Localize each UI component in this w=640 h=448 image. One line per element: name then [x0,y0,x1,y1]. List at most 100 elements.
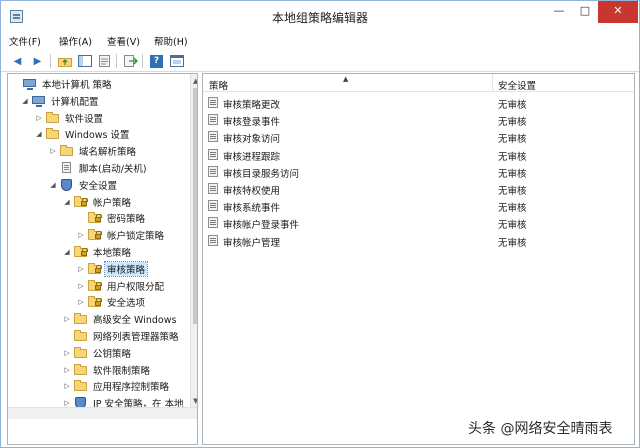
show-hide-tree-button[interactable] [76,53,93,69]
policy-name: 审核进程跟踪 [223,151,281,163]
expand-icon[interactable]: ▷ [76,265,86,273]
tree-item[interactable]: ▷ 用户权限分配 [76,278,166,294]
tree-item[interactable]: ▷ 软件限制策略 [62,362,152,378]
policy-row[interactable]: 审核特权使用 无审核 [203,180,634,197]
policy-name: 审核特权使用 [223,186,281,197]
console-tree-icon [77,55,92,67]
policy-row[interactable]: 审核登录事件 无审核 [203,111,634,128]
properties-button[interactable] [96,53,113,69]
tree-item[interactable]: ◢ Windows 设置 [34,126,131,142]
scroll-thumb[interactable] [193,88,197,324]
tree-item[interactable]: ◢ 帐户策略 [62,194,133,210]
tree-item[interactable]: 网络列表管理器策略 [62,328,181,344]
folder-icon [74,346,88,359]
tree-item-label: 公钥策略 [93,348,132,360]
tree-item[interactable]: ▷ 公钥策略 [62,345,133,361]
policy-row[interactable]: 审核帐户登录事件 无审核 [203,214,634,231]
help-button[interactable]: ? [148,53,165,69]
watermark: 头条 @网络安全晴雨表 [468,421,613,437]
collapse-icon[interactable]: ◢ [62,198,72,206]
tree-horizontal-scrollbar[interactable] [8,407,197,419]
collapse-icon[interactable]: ◢ [62,248,72,256]
tree-item[interactable]: 密码策略 [76,210,147,226]
policy-setting: 无审核 [498,168,527,180]
tree-item-label: 帐户锁定策略 [107,231,165,243]
up-folder-button[interactable] [56,53,73,69]
tree-item[interactable]: ▷ 安全选项 [76,294,147,310]
collapse-icon[interactable]: ◢ [20,97,30,105]
scroll-up-icon[interactable]: ▲ [193,77,197,85]
policy-name: 审核系统事件 [223,203,281,215]
expand-icon[interactable]: ▷ [62,315,72,323]
expand-icon[interactable]: ▷ [62,349,72,357]
locked-folder-icon [88,229,102,241]
policy-row[interactable]: 审核系统事件 无审核 [203,197,634,214]
tree-item[interactable]: 本地计算机 策略 [11,76,114,92]
expand-icon[interactable]: ▷ [76,298,86,306]
tree-item[interactable]: ▷ 审核策略 [76,260,149,277]
computer-icon [32,95,46,107]
back-button[interactable]: ◀ [9,53,26,69]
collapse-icon[interactable]: ◢ [48,181,58,189]
locked-folder-icon [88,296,102,308]
tree-item[interactable]: ◢ 本地策略 [62,244,133,260]
expand-icon[interactable]: ▷ [76,282,86,290]
scroll-down-icon[interactable]: ▼ [193,397,197,405]
tree-item[interactable]: ▷ 域名解析策略 [48,143,138,159]
forward-button[interactable]: ▶ [29,53,46,69]
up-folder-icon [57,58,72,67]
toolbar-separator [50,54,51,68]
policy-row[interactable]: 审核对象访问 无审核 [203,128,634,145]
tree-item-label: 帐户策略 [93,197,132,209]
menu-file[interactable]: 文件(F) [9,34,41,48]
column-policy-header[interactable]: 策略 [209,78,228,92]
menu-help[interactable]: 帮助(H) [154,34,188,48]
column-setting-header[interactable]: 安全设置 [498,78,536,92]
tree-item[interactable]: ▷ 高级安全 Windows [62,311,178,327]
tree-item[interactable]: 脚本(启动/关机) [48,160,149,176]
minimize-button[interactable]: — [546,1,572,23]
policy-setting: 无审核 [498,203,527,215]
policy-icon [208,165,218,177]
folder-icon [74,380,88,392]
tree-item-label: 软件限制策略 [93,365,151,377]
tree-item[interactable]: ▷ 应用程序控制策略 [62,378,171,394]
close-button[interactable]: ✕ [598,1,638,23]
tree-item[interactable]: ▷ 帐户锁定策略 [76,227,166,243]
policy-list-pane: 策略 ▲ 安全设置 审核策略更改 无审核 审核登录事件 无审核 审核对象访问 无审核 审核进… [202,73,635,445]
maximize-button[interactable]: □ [572,1,598,23]
locked-folder-icon [74,195,88,208]
tree-vertical-scrollbar[interactable]: ▲ ▼ [190,74,197,407]
back-arrow-icon: ◀ [13,55,22,67]
policy-name: 审核策略更改 [223,100,281,111]
expand-icon[interactable]: ▷ [76,231,86,239]
locked-folder-icon [74,246,88,258]
tree-item[interactable]: ▷ 软件设置 [34,110,105,126]
collapse-icon[interactable]: ◢ [34,130,44,138]
policy-icon [208,234,218,246]
expand-icon[interactable]: ▷ [48,147,58,155]
expand-icon[interactable]: ▷ [62,382,72,390]
folder-icon [46,111,60,124]
console-tree: 本地计算机 策略 ◢ 计算机配置 ▷ 软件设置 ◢ Windows 设置 ▷ 域名解析策略 脚本(… [7,73,198,445]
menu-action[interactable]: 操作(A) [59,34,92,48]
toolbar-separator [142,54,143,68]
column-divider[interactable] [492,74,493,92]
policy-row[interactable]: 审核帐户管理 无审核 [203,232,634,249]
policy-row[interactable]: 审核进程跟踪 无审核 [203,146,634,163]
window-title: 本地组策略编辑器 [271,11,368,25]
folder-icon [74,330,88,342]
tree-item-label: 用户权限分配 [107,281,165,293]
tree-item[interactable]: ◢ 安全设置 [48,177,119,193]
tree-item-label: Windows 设置 [65,130,130,142]
policy-row[interactable]: 审核策略更改 无审核 [203,94,634,111]
expand-icon[interactable]: ▷ [34,114,44,122]
expand-icon[interactable]: ▷ [62,399,72,407]
folder-icon [74,313,88,325]
policy-row[interactable]: 审核目录服务访问 无审核 [203,163,634,180]
view-button[interactable] [168,53,185,69]
expand-icon[interactable]: ▷ [62,366,72,374]
tree-item[interactable]: ◢ 计算机配置 [20,93,101,109]
export-list-button[interactable] [122,53,139,69]
menu-view[interactable]: 查看(V) [107,34,140,48]
